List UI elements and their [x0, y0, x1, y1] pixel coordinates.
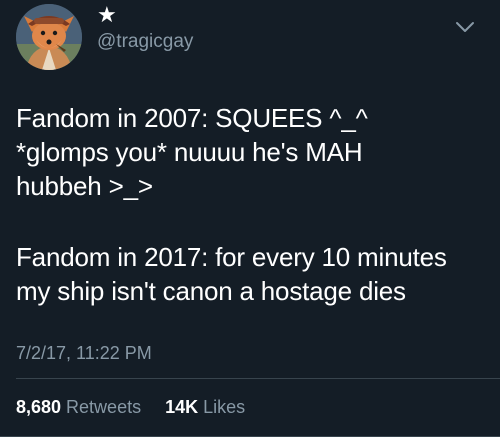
- fox-avatar-icon[interactable]: [16, 4, 82, 70]
- tweet-stats: 8,680 Retweets 14K Likes: [16, 397, 245, 418]
- tweet-text-line: Fandom in 2007: SQUEES ^_^: [16, 103, 368, 133]
- user-handle[interactable]: @tragicgay: [97, 31, 193, 53]
- retweets-stat[interactable]: 8,680 Retweets: [16, 397, 146, 417]
- tweet-text-line: Fandom in 2017: for every 10 minutes: [16, 242, 447, 272]
- likes-label: Likes: [203, 397, 246, 417]
- tweet-text-line: my ship isn't canon a hostage dies: [16, 276, 406, 306]
- likes-stat[interactable]: 14K Likes: [165, 397, 245, 417]
- tweet-text-line: hubbeh >_>: [16, 171, 153, 201]
- retweets-count: 8,680: [16, 397, 62, 417]
- chevron-down-icon[interactable]: [455, 20, 475, 34]
- tweet-text-paragraph-2: Fandom in 2017: for every 10 minutes my …: [16, 240, 486, 308]
- display-name[interactable]: ★: [97, 4, 117, 26]
- retweets-label: Retweets: [66, 397, 142, 417]
- tweet-card: ★ @tragicgay Fandom in 2007: SQUEES ^_^ …: [0, 0, 500, 437]
- divider: [16, 378, 500, 379]
- tweet-text-line: *glomps you* nuuuu he's MAH: [16, 137, 363, 167]
- tweet-timestamp[interactable]: 7/2/17, 11:22 PM: [16, 343, 152, 364]
- likes-count: 14K: [165, 397, 199, 417]
- tweet-text-paragraph-1: Fandom in 2007: SQUEES ^_^ *glomps you* …: [16, 101, 486, 203]
